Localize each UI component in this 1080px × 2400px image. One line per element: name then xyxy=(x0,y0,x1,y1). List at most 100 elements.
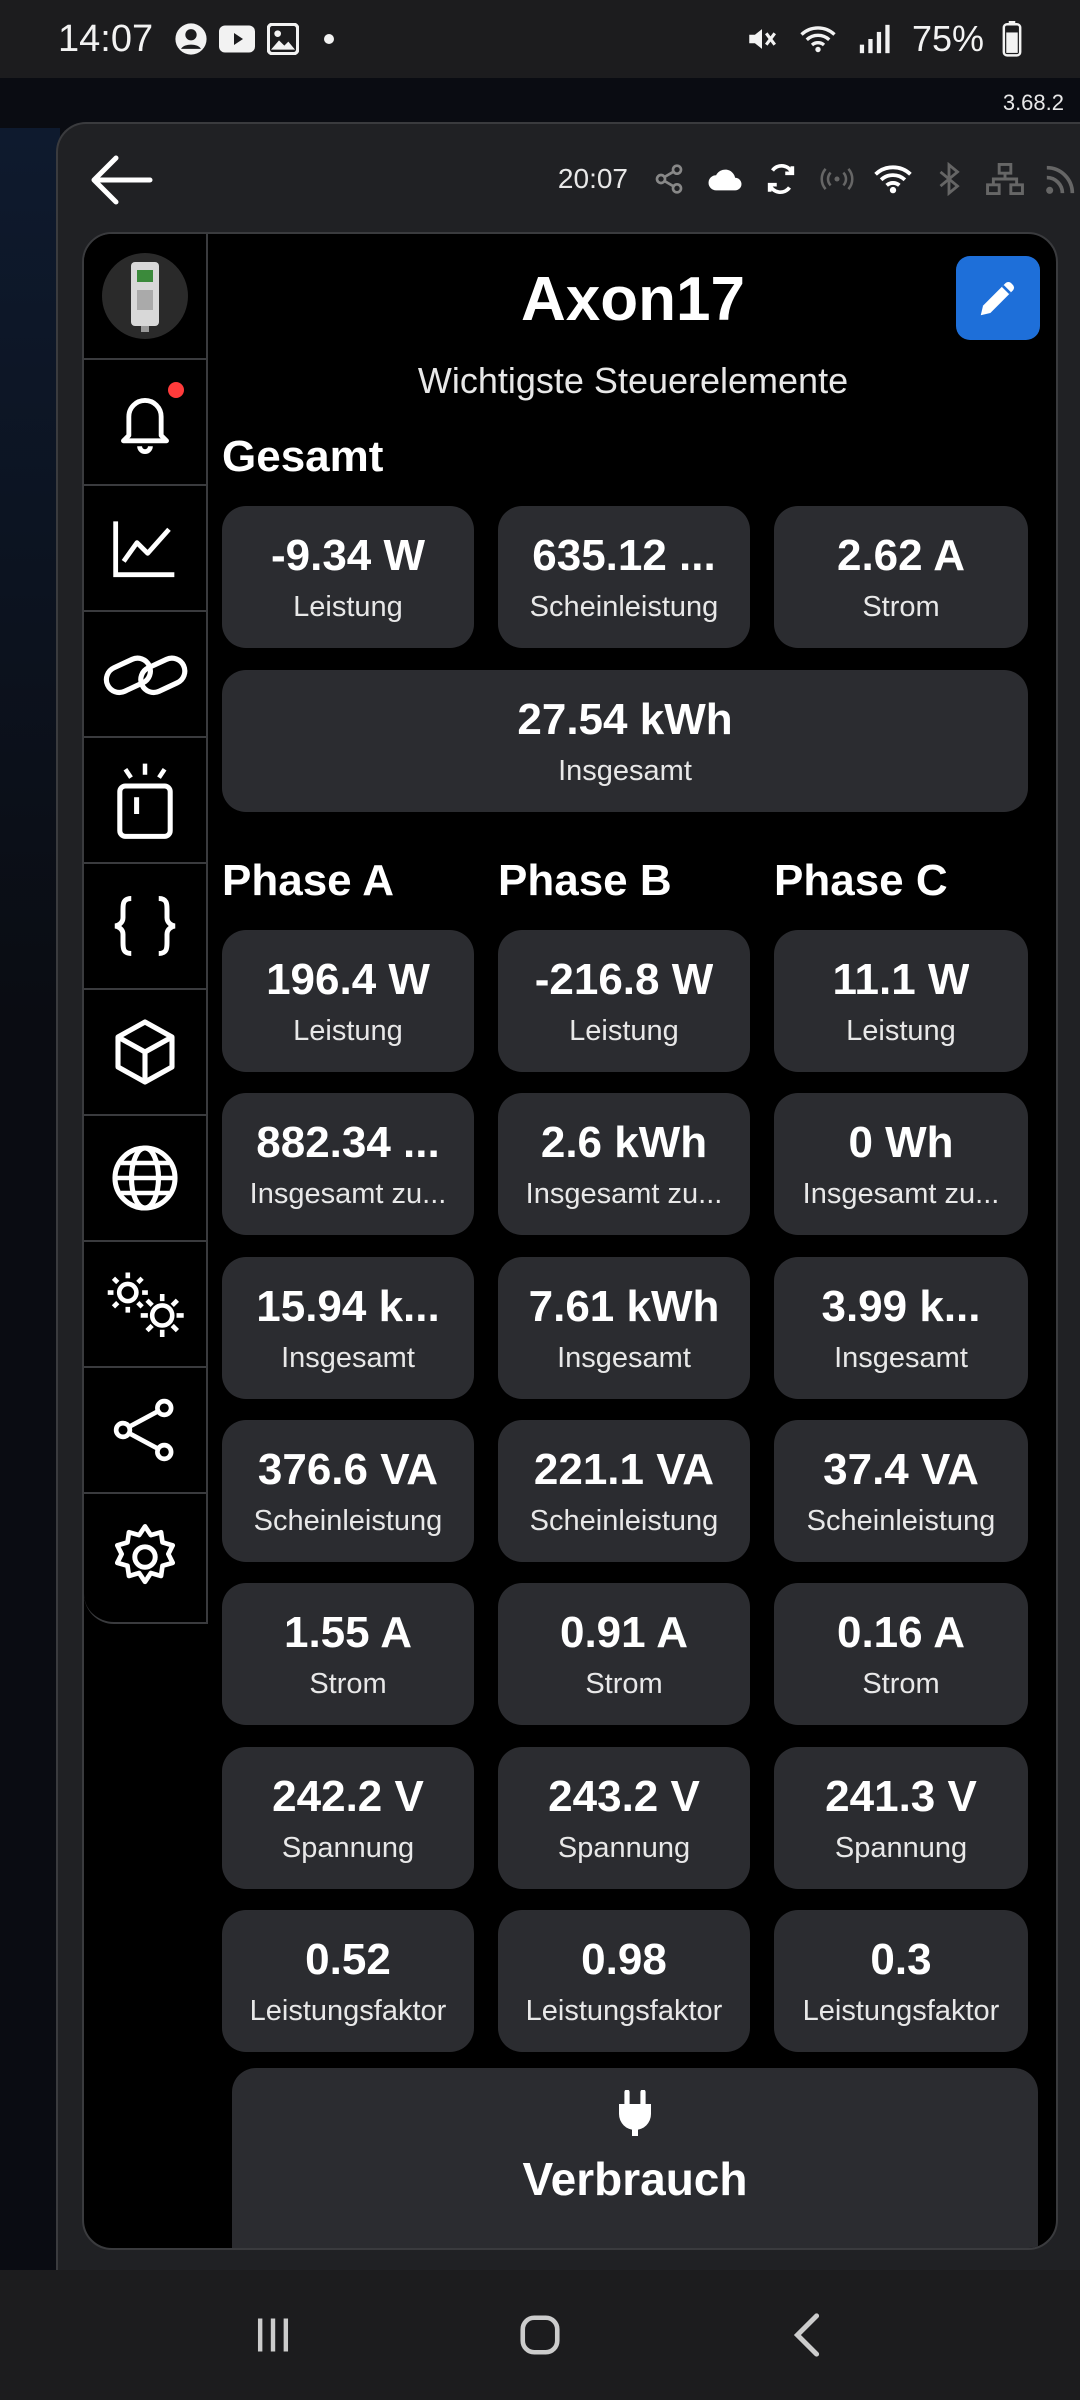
system-nav-bar xyxy=(0,2270,1080,2400)
tile-value: 376.6 VA xyxy=(257,1444,439,1494)
tile-label: Leistung xyxy=(293,590,403,623)
side-nav xyxy=(84,234,208,1624)
device-light-icon xyxy=(117,763,173,839)
tile-phase-c-1[interactable]: 0 Wh Insgesamt zu... xyxy=(774,1093,1028,1235)
recents-button[interactable] xyxy=(233,2295,313,2375)
nav-settings[interactable] xyxy=(84,1494,206,1620)
device-clock: 20:07 xyxy=(557,163,628,194)
nav-device-light[interactable] xyxy=(84,738,206,864)
tile-value: 243.2 V xyxy=(548,1771,700,1821)
tile-value: 0 Wh xyxy=(848,1117,954,1167)
tile-phase-a-2[interactable]: 15.94 k... Insgesamt xyxy=(222,1257,474,1399)
home-button[interactable] xyxy=(500,2295,580,2375)
tile-gesamt-insgesamt[interactable]: 27.54 kWh Insgesamt xyxy=(222,670,1028,812)
mute-icon xyxy=(744,21,780,57)
tile-value: 3.99 k... xyxy=(821,1281,981,1331)
share-icon xyxy=(113,1398,174,1462)
back-nav-button[interactable] xyxy=(767,2295,847,2375)
tile-value: -9.34 W xyxy=(270,530,426,580)
tile-phase-a-1[interactable]: 882.34 ... Insgesamt zu... xyxy=(222,1093,474,1235)
nav-links[interactable] xyxy=(84,612,206,738)
signal-icon xyxy=(856,21,892,57)
tile-value: 0.52 xyxy=(305,1934,391,1984)
tile-value: 882.34 ... xyxy=(256,1117,440,1167)
tile-gesamt-scheinleistung[interactable]: 635.12 ... Scheinleistung xyxy=(498,506,750,648)
tile-phase-b-0[interactable]: -216.8 W Leistung xyxy=(498,930,750,1072)
tile-label: Scheinleistung xyxy=(529,1504,719,1537)
dialog-topbar: 20:07 xyxy=(58,124,1080,232)
tile-label: Insgesamt xyxy=(834,1341,968,1374)
tile-label: Leistung xyxy=(293,1014,403,1047)
tile-phase-c-2[interactable]: 3.99 k... Insgesamt xyxy=(774,1257,1028,1399)
broadcast-icon xyxy=(818,160,856,198)
device-dialog: 20:07 Axon17 Wichtigste Steuerelemente G… xyxy=(56,122,1080,2270)
tile-value: 2.62 A xyxy=(836,530,965,580)
share-nodes-icon xyxy=(650,160,688,198)
tile-value: 242.2 V xyxy=(272,1771,424,1821)
nav-advanced-settings[interactable] xyxy=(84,1242,206,1368)
bluetooth-icon xyxy=(930,160,968,198)
gears-icon xyxy=(107,1272,184,1337)
battery-icon xyxy=(994,21,1030,57)
nav-scripts[interactable] xyxy=(84,864,206,990)
device-panel: Axon17 Wichtigste Steuerelemente Gesamt … xyxy=(82,232,1058,2250)
tile-phase-a-6[interactable]: 0.52 Leistungsfaktor xyxy=(222,1910,474,2052)
tile-phase-a-3[interactable]: 376.6 VA Scheinleistung xyxy=(222,1420,474,1562)
pencil-icon xyxy=(980,281,1015,316)
tile-value: 7.61 kWh xyxy=(528,1281,720,1331)
tile-value: 11.1 W xyxy=(832,954,970,1004)
nav-charts[interactable] xyxy=(84,486,206,612)
tile-gesamt-strom[interactable]: 2.62 A Strom xyxy=(774,506,1028,648)
tile-label: Insgesamt zu... xyxy=(802,1177,1000,1210)
tile-gesamt-leistung[interactable]: -9.34 W Leistung xyxy=(222,506,474,648)
chevron-left-icon xyxy=(793,2313,819,2357)
tile-phase-a-5[interactable]: 242.2 V Spannung xyxy=(222,1747,474,1889)
verbrauch-label: Verbrauch xyxy=(522,2153,748,2205)
tile-phase-a-0[interactable]: 196.4 W Leistung xyxy=(222,930,474,1072)
rss-icon xyxy=(1042,160,1080,198)
tile-phase-b-1[interactable]: 2.6 kWh Insgesamt zu... xyxy=(498,1093,750,1235)
tile-phase-a-4[interactable]: 1.55 A Strom xyxy=(222,1583,474,1725)
verbrauch-button[interactable]: Verbrauch xyxy=(232,2068,1038,2248)
dot-icon xyxy=(311,21,347,57)
tile-phase-c-6[interactable]: 0.3 Leistungsfaktor xyxy=(774,1910,1028,2052)
youtube-icon xyxy=(219,21,256,57)
tile-value: 0.16 A xyxy=(836,1607,965,1657)
page-subtitle: Wichtigste Steuerelemente xyxy=(417,360,849,401)
tile-label: Strom xyxy=(309,1667,387,1700)
tile-phase-b-4[interactable]: 0.91 A Strom xyxy=(498,1583,750,1725)
tile-phase-b-5[interactable]: 243.2 V Spannung xyxy=(498,1747,750,1889)
status-icons: 20:07 xyxy=(558,154,1080,204)
notification-dot xyxy=(168,382,184,398)
tile-phase-b-2[interactable]: 7.61 kWh Insgesamt xyxy=(498,1257,750,1399)
device-image-item[interactable] xyxy=(84,234,206,360)
content-area: Axon17 Wichtigste Steuerelemente Gesamt … xyxy=(208,234,1056,2248)
tile-phase-c-0[interactable]: 11.1 W Leistung xyxy=(774,930,1028,1072)
section-phase-b: Phase B xyxy=(498,856,672,905)
tile-phase-c-5[interactable]: 241.3 V Spannung xyxy=(774,1747,1028,1889)
nav-notifications[interactable] xyxy=(84,360,206,486)
tile-phase-b-6[interactable]: 0.98 Leistungsfaktor xyxy=(498,1910,750,2052)
recents-icon xyxy=(258,2318,289,2352)
battery-percent: 75% xyxy=(911,18,984,59)
tile-phase-c-3[interactable]: 37.4 VA Scheinleistung xyxy=(774,1420,1028,1562)
cloud-icon xyxy=(706,160,744,198)
tile-label: Strom xyxy=(862,1667,940,1700)
tile-phase-c-4[interactable]: 0.16 A Strom xyxy=(774,1583,1028,1725)
edit-button[interactable] xyxy=(956,256,1040,340)
tile-value: 196.4 W xyxy=(266,954,430,1004)
nav-network[interactable] xyxy=(84,1116,206,1242)
tile-label: Scheinleistung xyxy=(806,1504,996,1537)
tile-value: -216.8 W xyxy=(534,954,714,1004)
home-icon xyxy=(520,2315,560,2355)
tile-value: 37.4 VA xyxy=(823,1444,979,1494)
bell-icon xyxy=(121,398,169,454)
nav-components[interactable] xyxy=(84,990,206,1116)
sync-icon xyxy=(762,160,800,198)
back-button[interactable] xyxy=(86,150,156,210)
tile-phase-b-3[interactable]: 221.1 VA Scheinleistung xyxy=(498,1420,750,1562)
tile-label: Insgesamt xyxy=(557,1341,691,1374)
tile-label: Leistung xyxy=(846,1014,956,1047)
nav-share[interactable] xyxy=(84,1368,206,1494)
cube-icon xyxy=(115,1019,175,1085)
